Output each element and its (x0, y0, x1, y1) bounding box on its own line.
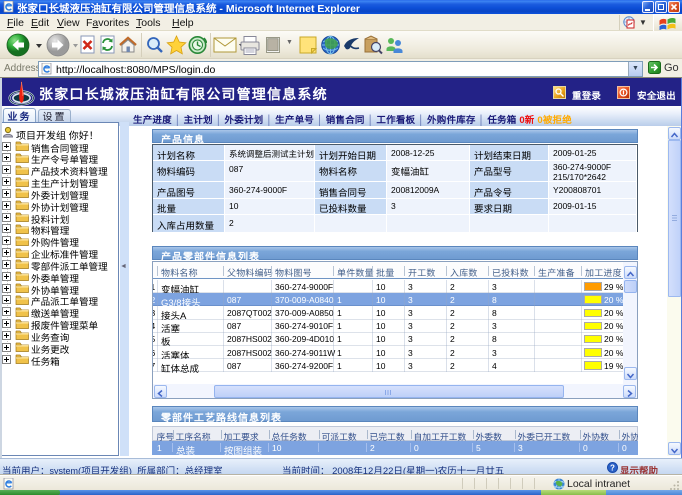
svg-text:?: ? (610, 464, 615, 473)
